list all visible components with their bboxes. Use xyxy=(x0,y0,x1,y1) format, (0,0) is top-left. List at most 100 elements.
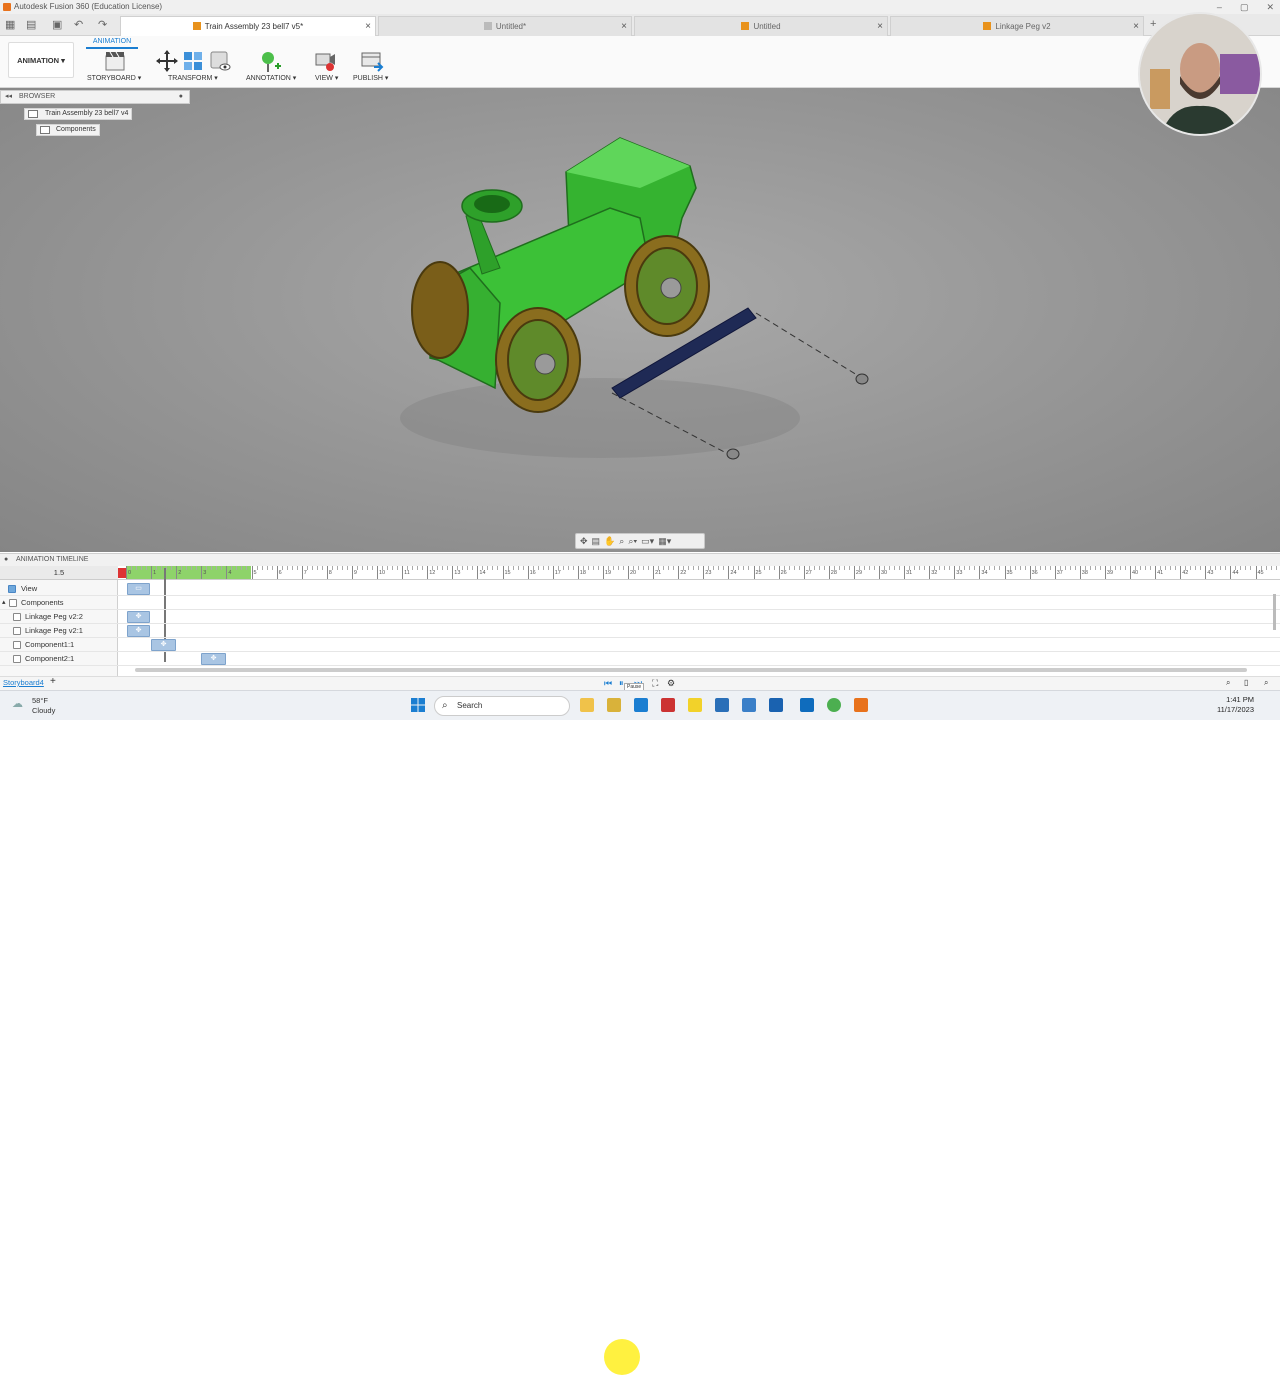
sticky-notes-icon[interactable] xyxy=(688,698,702,712)
fusion-taskbar-icon[interactable] xyxy=(854,698,868,712)
timeline-row-components[interactable]: ▴ Components xyxy=(0,596,1280,610)
timeline-row-component1[interactable]: Component1:1 ✥ xyxy=(0,638,1280,652)
grid-settings-icon[interactable]: ▦▾ xyxy=(658,536,671,546)
current-time-display[interactable]: 1.5 xyxy=(0,566,118,580)
weather-desc[interactable]: Cloudy xyxy=(32,706,55,715)
collapse-browser-icon[interactable]: ◂◂ xyxy=(5,91,12,103)
zoom-window-icon[interactable]: ⌕▾ xyxy=(628,536,637,546)
animation-timeline-header[interactable]: ● ANIMATION TIMELINE xyxy=(0,553,1280,566)
show-hide-icon[interactable] xyxy=(208,50,232,72)
taskbar-search[interactable]: ⌕ Search xyxy=(434,696,570,716)
horizontal-scrollbar[interactable] xyxy=(135,668,1247,672)
ruler-minor-tick xyxy=(422,566,424,570)
workspace-switcher[interactable]: ANIMATION ▾ xyxy=(8,42,74,78)
timeline-row-linkage-peg-2[interactable]: Linkage Peg v2:2 ✥ xyxy=(0,610,1280,624)
system-clock[interactable]: 1:41 PM 11/17/2023 xyxy=(1217,695,1254,715)
browser-root-node[interactable]: Train Assembly 23 bell7 v4 xyxy=(24,108,132,120)
ruler-minor-tick xyxy=(999,566,1001,570)
minimize-icon[interactable]: – xyxy=(1217,0,1222,14)
snipping-tool-icon[interactable] xyxy=(742,698,756,712)
move-icon[interactable] xyxy=(156,50,178,72)
transform-clip[interactable]: ✥ xyxy=(201,653,226,665)
close-tab-icon[interactable]: × xyxy=(621,17,627,36)
ruler-minor-tick xyxy=(1099,566,1101,570)
view-clip[interactable]: ▭ xyxy=(127,583,150,595)
app-icon[interactable] xyxy=(769,698,783,712)
publish-group[interactable]: PUBLISH ▾ xyxy=(353,74,388,82)
publish-video-icon[interactable] xyxy=(360,50,384,72)
app-icon[interactable] xyxy=(607,698,621,712)
save-icon[interactable]: ▣ xyxy=(52,18,62,31)
zoom-icon[interactable]: ⌕ xyxy=(619,536,624,546)
display-settings-icon[interactable]: ▭▾ xyxy=(641,536,654,546)
file-explorer-icon[interactable] xyxy=(580,698,594,712)
transform-group[interactable]: TRANSFORM ▾ xyxy=(168,74,218,82)
outlook-icon[interactable] xyxy=(800,698,814,712)
close-tab-icon[interactable]: × xyxy=(365,17,371,36)
ruler-minor-tick xyxy=(1074,566,1076,570)
orbit-icon[interactable]: ✥ xyxy=(580,536,588,546)
tab-linkage-peg[interactable]: Linkage Peg v2 × xyxy=(890,16,1144,36)
redo-icon[interactable]: ↷ xyxy=(98,18,107,31)
view-group[interactable]: VIEW ▾ xyxy=(315,74,338,82)
skip-back-icon[interactable]: ⏮ xyxy=(604,678,612,689)
tab-untitled-2[interactable]: Untitled × xyxy=(634,16,888,36)
app-icon[interactable] xyxy=(715,698,729,712)
new-tab-icon[interactable]: + xyxy=(1150,18,1156,30)
collapse-timeline-icon[interactable]: ● xyxy=(4,554,8,566)
zoom-in-icon[interactable]: ⌕ xyxy=(1264,678,1268,688)
transform-clip[interactable]: ✥ xyxy=(127,611,150,623)
storyboard-tab[interactable]: Storyboard4 xyxy=(3,678,44,687)
transform-clip[interactable]: ✥ xyxy=(127,625,150,637)
train-model-render[interactable] xyxy=(0,88,1280,552)
settings-gear-icon[interactable]: ⚙ xyxy=(667,678,675,689)
close-window-icon[interactable]: ✕ xyxy=(1266,0,1274,14)
close-tab-icon[interactable]: × xyxy=(877,17,883,36)
apps-grid-icon[interactable]: ▦ xyxy=(5,18,15,31)
undo-icon[interactable]: ↶ xyxy=(74,18,83,31)
tab-animation[interactable]: ANIMATION xyxy=(86,36,138,49)
tab-untitled-1[interactable]: Untitled* × xyxy=(378,16,632,36)
ruler-minor-tick xyxy=(392,566,394,570)
storyboard-icon[interactable] xyxy=(104,50,126,72)
ruler-minor-tick xyxy=(512,566,514,570)
tab-train-assembly[interactable]: Train Assembly 23 bell7 v5* × xyxy=(120,16,376,36)
ruler-minor-tick xyxy=(136,566,138,570)
ruler-minor-tick xyxy=(974,566,976,570)
maximize-icon[interactable]: ▢ xyxy=(1240,0,1249,14)
zoom-out-icon[interactable]: ⌕ xyxy=(1226,678,1230,688)
browser-components-node[interactable]: Components xyxy=(36,124,100,136)
app-icon[interactable] xyxy=(661,698,675,712)
annotation-pin-icon[interactable] xyxy=(258,50,282,74)
pin-icon[interactable]: ● xyxy=(179,91,183,103)
fit-view-icon[interactable]: ⛶ xyxy=(652,678,658,689)
close-tab-icon[interactable]: × xyxy=(1133,17,1139,36)
look-at-icon[interactable]: ▤ xyxy=(592,536,601,546)
add-storyboard-icon[interactable]: + xyxy=(50,676,56,687)
pan-icon[interactable]: ✋ xyxy=(604,536,615,546)
3d-viewport[interactable] xyxy=(0,88,1280,552)
storyboard-group[interactable]: STORYBOARD ▾ xyxy=(87,74,141,82)
weather-temp[interactable]: 58°F xyxy=(32,696,48,705)
file-menu-icon[interactable]: ▤ xyxy=(26,18,36,31)
ruler-minor-tick xyxy=(442,566,444,570)
chrome-icon[interactable] xyxy=(827,698,841,712)
timeline-row-linkage-peg-1[interactable]: Linkage Peg v2:1 ✥ xyxy=(0,624,1280,638)
timeline-ruler[interactable]: 0 1 2 3 4 5 6 7 8 9 10 11 12 13 14 15 16 17 18 19 20 21 22 23 24… xyxy=(118,566,1280,580)
start-marker[interactable] xyxy=(118,568,126,578)
fit-timeline-icon[interactable]: ▯ xyxy=(1244,678,1248,687)
animation-timeline[interactable]: 1.5 0 1 2 3 4 5 6 7 8 9 10 11 12 13 14 15 16 17 18 19 20 21 22… xyxy=(0,566,1280,676)
camera-record-icon[interactable] xyxy=(314,50,336,72)
annotation-group[interactable]: ANNOTATION ▾ xyxy=(246,74,296,82)
store-icon[interactable] xyxy=(634,698,648,712)
timeline-row-view[interactable]: View ▭ xyxy=(0,582,1280,596)
pause-icon[interactable]: ⏸ xyxy=(619,678,624,689)
expand-arrow-icon[interactable]: ▴ xyxy=(2,598,6,606)
browser-panel-header[interactable]: ◂◂ BROWSER ● xyxy=(0,90,190,104)
ruler-minor-tick xyxy=(673,566,675,570)
timeline-row-component2[interactable]: Component2:1 ✥ xyxy=(0,652,1280,666)
vertical-scrollbar[interactable] xyxy=(1273,594,1276,630)
transform-clip[interactable]: ✥ xyxy=(151,639,176,651)
explode-icon[interactable] xyxy=(182,50,204,72)
windows-start-icon[interactable] xyxy=(411,698,425,712)
